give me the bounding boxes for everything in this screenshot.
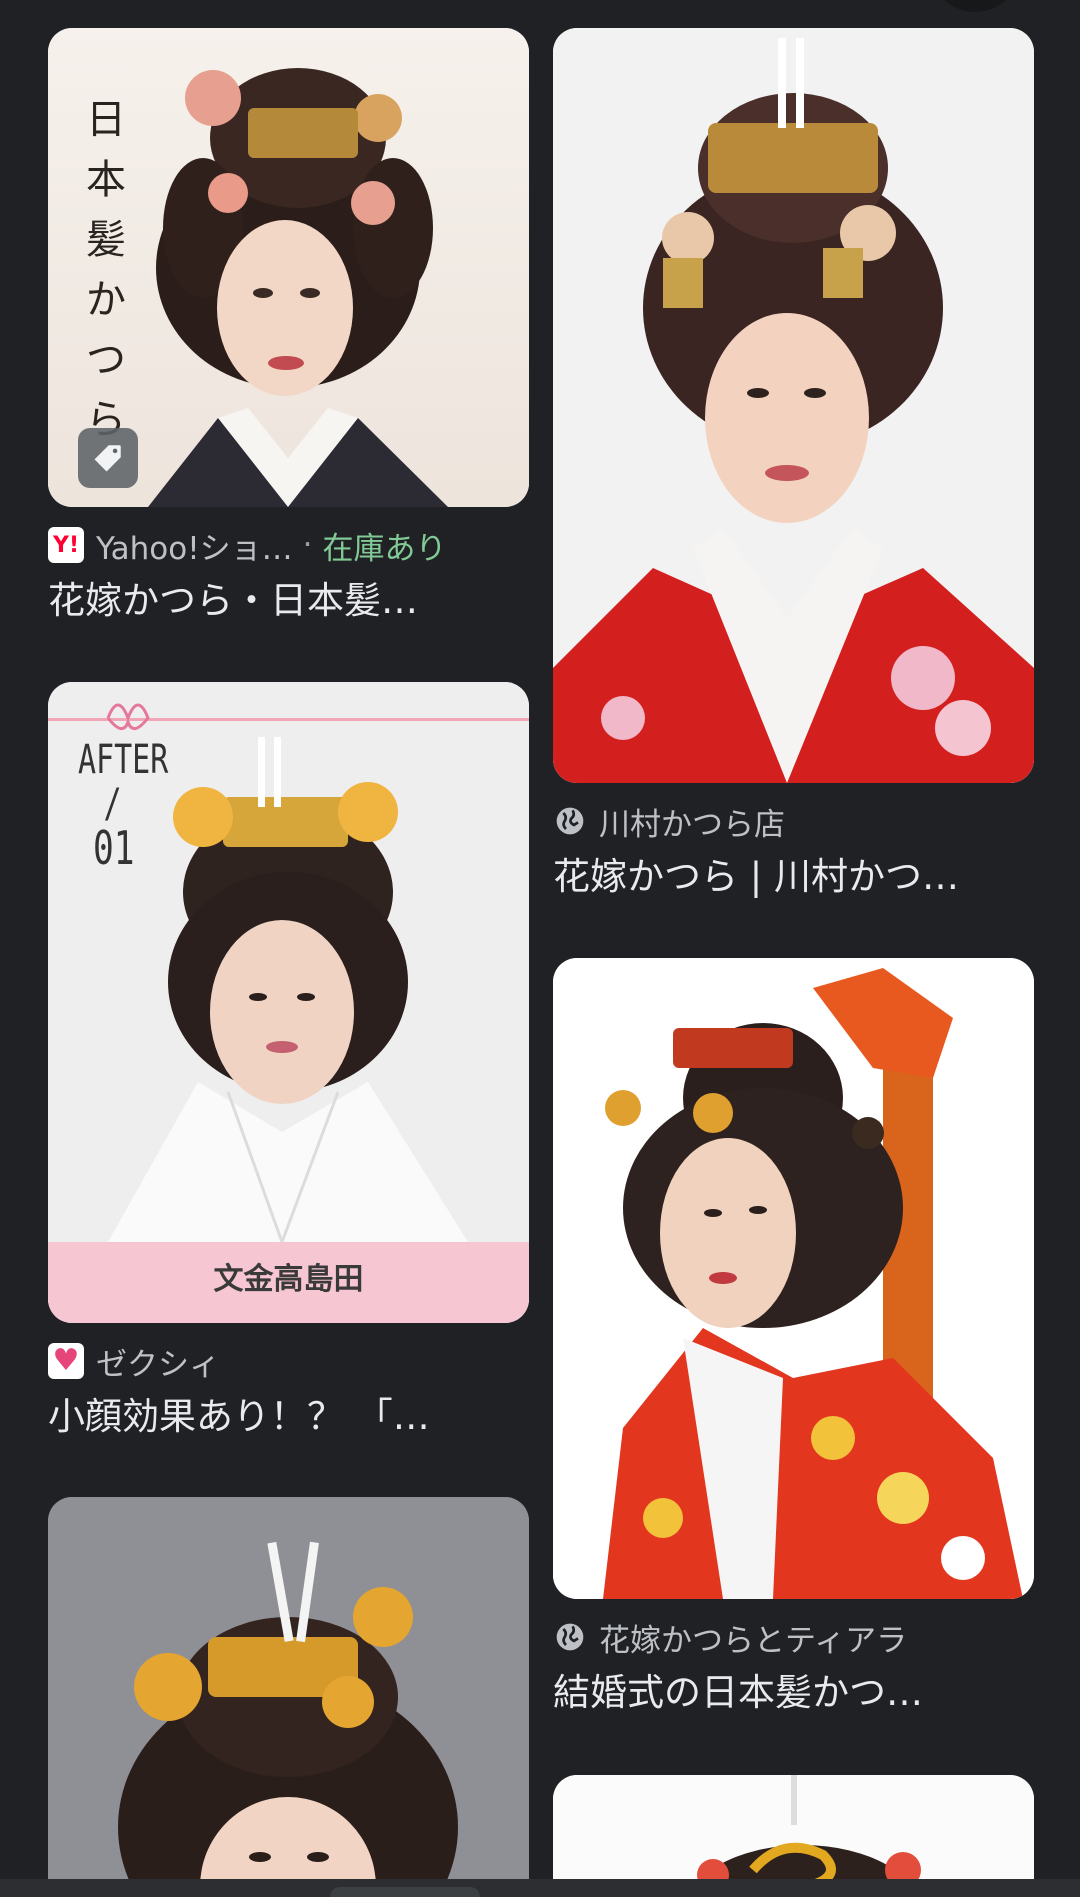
bottom-bar [0,1879,1080,1897]
result-title-1[interactable]: 花嫁かつら・日本髪… [48,575,529,627]
account-avatar[interactable] [930,0,1020,12]
result-card-4[interactable]: 花嫁かつらとティアラ 結婚式の日本髪かつ… [553,958,1034,1719]
result-title-2[interactable]: 花嫁かつら | 川村かつ… [553,851,1034,903]
source-name: 花嫁かつらとティアラ [599,1622,908,1659]
tag-icon [78,428,138,488]
result-title-4[interactable]: 結婚式の日本髪かつ… [553,1667,1034,1719]
bottom-sheet-handle[interactable] [330,1887,480,1897]
result-image-4[interactable] [553,958,1034,1599]
after-slash: / [103,781,122,827]
after-number: 01 [93,821,135,875]
result-card-2[interactable]: 川村かつら店 花嫁かつら | 川村かつ… [553,28,1034,903]
image-overlay-after: AFTER / 01 [78,737,169,875]
image-overlay-text: 日本髪かつら [86,97,126,443]
image-search-results: 日本髪かつら Y! Yahoo!ショ… · 在庫あり 花嫁かつら・日本髪… 川村… [0,0,1080,1897]
result-title-3[interactable]: 小顔効果あり！？ 「… [48,1391,529,1443]
source-name: 川村かつら店 [599,806,785,843]
result-source-1: Y! Yahoo!ショ… · 在庫あり [48,521,529,569]
zexy-favicon: ♥ [48,1343,84,1379]
result-card-5[interactable] [48,1497,529,1897]
stock-status: 在庫あり [322,530,447,567]
result-card-3[interactable]: AFTER / 01 文金高島田 ♥ ゼクシィ 小顔効果あり！？ 「… [48,682,529,1443]
result-image-5[interactable] [48,1497,529,1897]
result-source-4: 花嫁かつらとティアラ [553,1613,1034,1661]
after-label: AFTER [78,737,169,783]
globe-icon [553,804,587,838]
result-image-3[interactable]: AFTER / 01 文金高島田 [48,682,529,1323]
result-source-3: ♥ ゼクシィ [48,1337,529,1385]
yahoo-favicon: Y! [48,527,84,563]
result-image-2[interactable] [553,28,1034,783]
source-separator: · [302,527,313,563]
source-name: ゼクシィ [96,1346,220,1383]
image-caption: 文金高島田 [213,1262,364,1297]
globe-icon [553,1620,587,1654]
result-card-1[interactable]: 日本髪かつら Y! Yahoo!ショ… · 在庫あり 花嫁かつら・日本髪… [48,28,529,627]
result-image-1[interactable]: 日本髪かつら [48,28,529,507]
result-source-2: 川村かつら店 [553,797,1034,845]
source-name: Yahoo!ショ… [96,530,293,567]
